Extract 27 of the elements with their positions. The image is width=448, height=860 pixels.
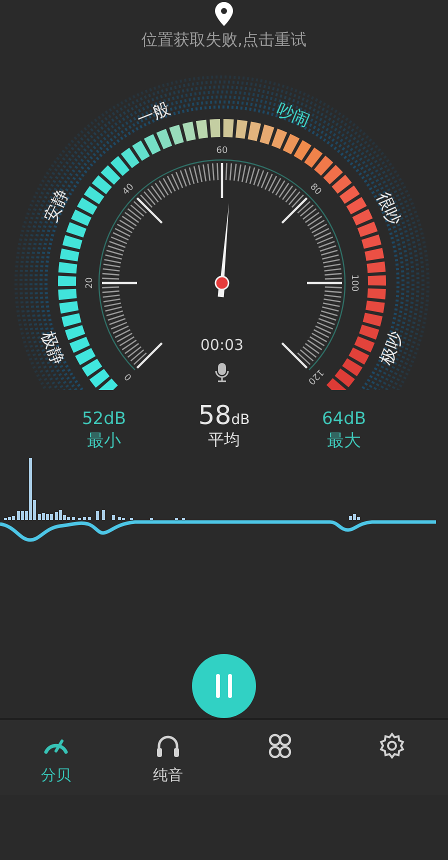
scale-label: 120 (306, 366, 325, 386)
zone-label: 一般 (134, 98, 174, 130)
db-value: 52dB (82, 408, 126, 430)
stat-label: 最大 (327, 430, 361, 452)
location-retry-link[interactable]: 位置获取失败,点击重试 (141, 30, 307, 51)
pause-icon (214, 674, 234, 698)
timer: 00:03 (200, 336, 244, 354)
zone-label: 很吵 (372, 189, 404, 229)
scale-label: 20 (85, 277, 95, 289)
stat-label: 平均 (208, 430, 240, 450)
nav-tab[interactable]: 纯音 (112, 720, 224, 795)
zone-label: 安静 (40, 186, 74, 226)
nav-tab[interactable]: 分贝 (0, 720, 112, 795)
scale-label: 60 (216, 146, 228, 156)
zone-label: 极吵 (376, 328, 408, 368)
zone-label: 极静 (36, 328, 68, 368)
scale-label: 40 (121, 182, 136, 198)
stat-label: 最小 (87, 430, 121, 452)
scale-label: 0 (123, 370, 134, 382)
scale-label: 80 (308, 182, 323, 198)
zone-label: 吵闹 (274, 100, 313, 132)
microphone-icon (215, 363, 229, 382)
scale-label: 100 (349, 274, 359, 292)
average-value: 58dB (198, 402, 250, 430)
db-value: 64dB (322, 408, 366, 430)
four-circles-icon (266, 732, 294, 760)
settings-icon (378, 732, 406, 760)
